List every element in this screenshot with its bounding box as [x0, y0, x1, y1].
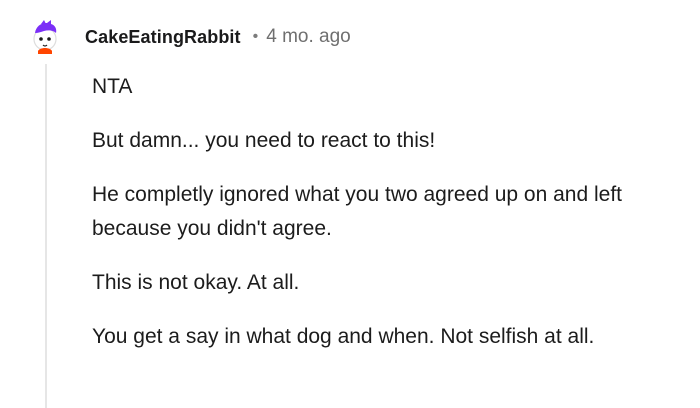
thread-line[interactable]	[45, 64, 47, 408]
comment-paragraph: But damn... you need to react to this!	[92, 129, 436, 152]
comment-timestamp[interactable]: 4 mo. ago	[266, 26, 351, 48]
comment-paragraph: NTA	[92, 75, 133, 98]
comment-body: NTA But damn... you need to react to thi…	[92, 70, 652, 374]
username-link[interactable]: CakeEatingRabbit	[85, 27, 241, 48]
avatar[interactable]	[30, 20, 64, 54]
comment-paragraph: This is not okay. At all.	[92, 271, 300, 294]
meta-separator: •	[252, 28, 259, 45]
comment-paragraph: You get a say in what dog and when. Not …	[92, 325, 595, 348]
comment-header: CakeEatingRabbit • 4 mo. ago	[30, 15, 351, 59]
comment: CakeEatingRabbit • 4 mo. ago NTA But dam…	[0, 0, 700, 408]
comment-paragraph: He completly ignored what you two agreed…	[92, 183, 622, 240]
